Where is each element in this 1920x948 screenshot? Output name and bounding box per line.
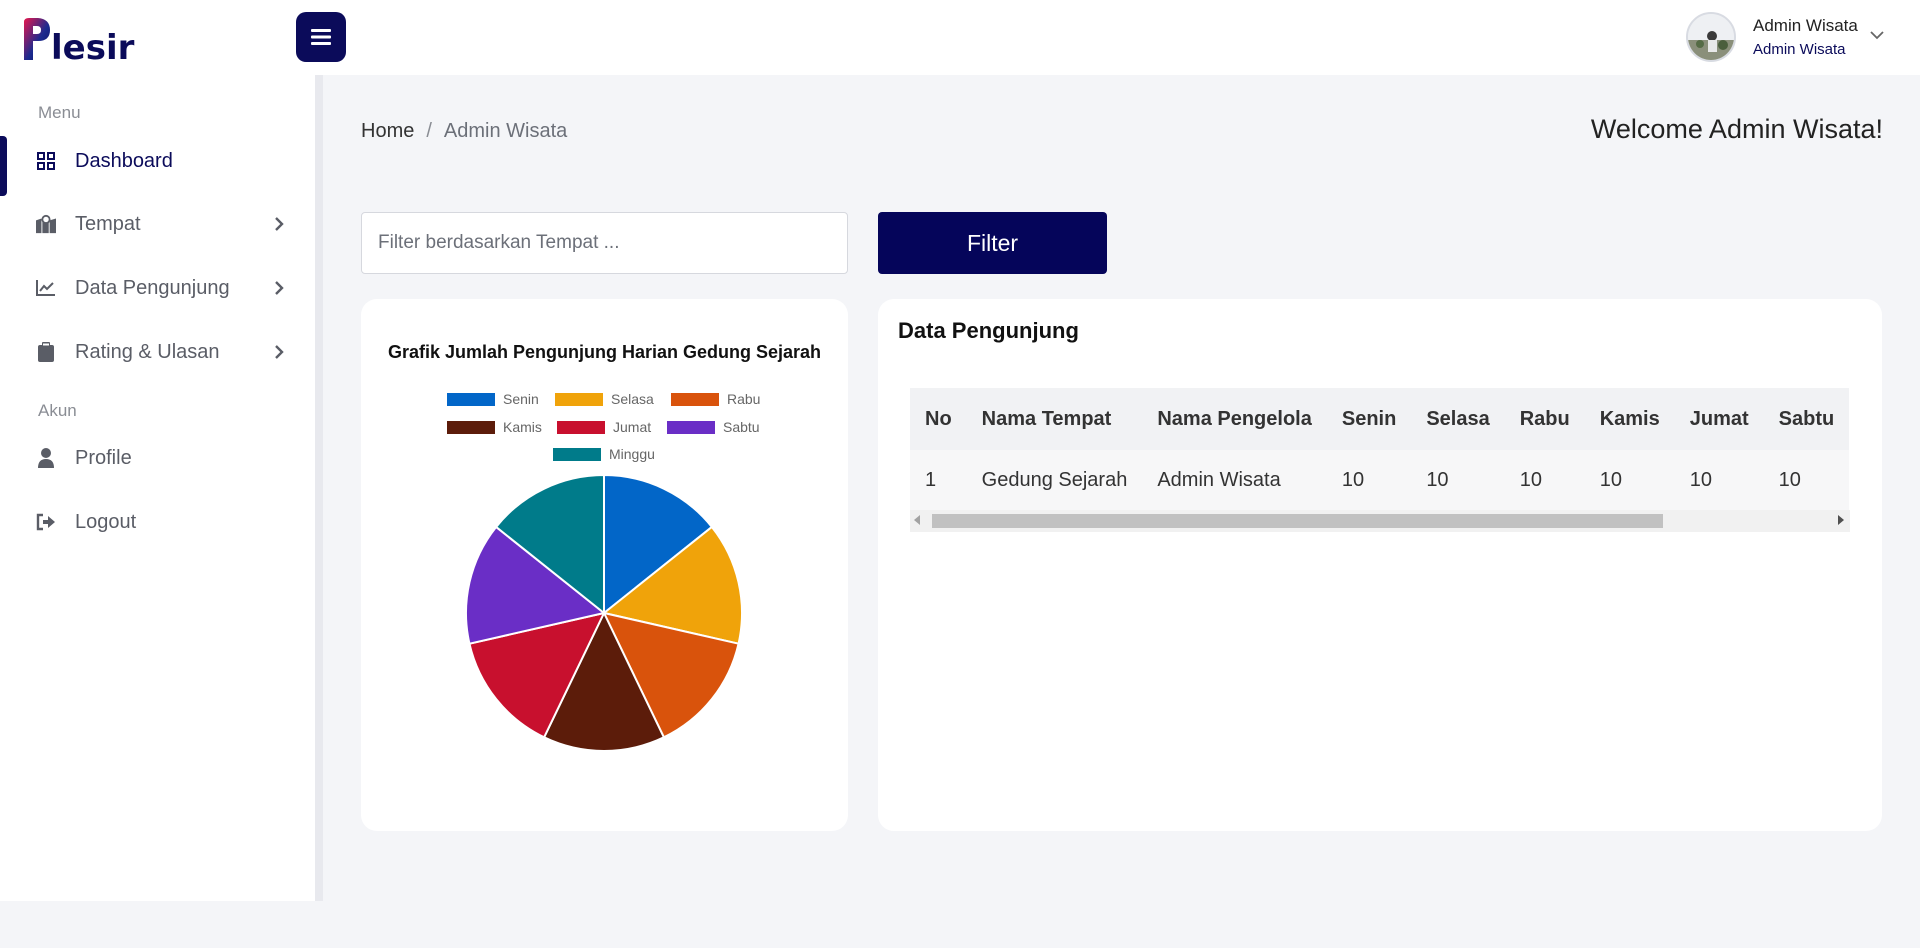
top-navbar: lesir Admin Wisata Admin Wisata xyxy=(0,0,1920,75)
chart-card: Grafik Jumlah Pengunjung Harian Gedung S… xyxy=(361,299,848,831)
sidebar-item-data-pengunjung[interactable]: Data Pengunjung xyxy=(0,263,315,313)
column-header[interactable]: Jumat xyxy=(1675,388,1764,450)
grid-icon xyxy=(36,151,56,171)
column-header[interactable]: Rabu xyxy=(1505,388,1585,450)
sidebar-item-label: Profile xyxy=(75,447,132,469)
user-name: Admin Wisata xyxy=(1753,16,1858,35)
pie-chart xyxy=(465,473,743,752)
column-header[interactable]: Senin xyxy=(1327,388,1411,450)
table-row: 1 Gedung Sejarah Admin Wisata 10 10 10 1… xyxy=(910,450,1850,510)
sidebar-item-label: Tempat xyxy=(75,213,141,235)
table-cell: 10 xyxy=(1689,468,1712,491)
table-cell: 10 xyxy=(1519,468,1542,491)
table-cell: Admin Wisata xyxy=(1157,468,1281,491)
breadcrumb: Home / Admin Wisata xyxy=(361,120,567,143)
breadcrumb-separator: / xyxy=(426,120,432,142)
app-logo[interactable]: lesir xyxy=(22,14,140,64)
sidebar-item-dashboard[interactable]: Dashboard xyxy=(0,136,315,186)
sidebar: Menu Dashboard Tempat Data Pengunjung Ra… xyxy=(0,75,315,901)
user-role: Admin Wisata xyxy=(1753,41,1846,58)
table-header-row: No Nama Tempat Nama Pengelola Senin Sela… xyxy=(910,388,1850,450)
scrollbar-thumb[interactable] xyxy=(932,514,1663,528)
table-title: Data Pengunjung xyxy=(898,318,1079,343)
sidebar-heading-akun: Akun xyxy=(38,401,77,420)
sidebar-item-rating-ulasan[interactable]: Rating & Ulasan xyxy=(0,327,315,377)
user-menu[interactable]: Admin Wisata Admin Wisata xyxy=(1686,0,1920,75)
horizontal-scrollbar[interactable] xyxy=(910,510,1850,532)
sidebar-item-label: Data Pengunjung xyxy=(75,277,230,299)
table-cell: 10 xyxy=(1778,468,1801,491)
chevron-right-icon xyxy=(275,345,284,359)
sidebar-item-label: Logout xyxy=(75,511,137,533)
table-cell: Gedung Sejarah xyxy=(981,468,1128,491)
column-header[interactable]: Nama Pengelola xyxy=(1142,388,1327,450)
sidebar-scrollbar[interactable] xyxy=(315,75,323,901)
active-indicator xyxy=(0,136,7,196)
table-cell: 1 xyxy=(925,468,937,491)
scroll-right-arrow-icon[interactable] xyxy=(1838,515,1844,525)
filter-button[interactable]: Filter xyxy=(878,212,1107,274)
table-cell: 10 xyxy=(1426,468,1449,491)
page-title: Welcome Admin Wisata! xyxy=(1590,114,1883,144)
sidebar-item-profile[interactable]: Profile xyxy=(0,433,315,483)
breadcrumb-home[interactable]: Home xyxy=(361,120,414,143)
menu-toggle-button[interactable] xyxy=(296,12,346,62)
filter-input[interactable] xyxy=(361,212,848,274)
clipboard-icon xyxy=(36,342,56,362)
table-cell: 10 xyxy=(1341,468,1365,491)
logout-icon xyxy=(36,512,56,532)
chevron-down-icon[interactable] xyxy=(1870,30,1884,40)
sidebar-item-tempat[interactable]: Tempat xyxy=(0,199,315,249)
column-header[interactable]: Kamis xyxy=(1585,388,1675,450)
sidebar-item-label: Dashboard xyxy=(75,150,173,172)
sidebar-heading-menu: Menu xyxy=(38,103,81,122)
table-card: Data Pengunjung No Nama Tempat Nama Peng… xyxy=(878,299,1882,831)
column-header[interactable]: Selasa xyxy=(1411,388,1504,450)
sidebar-item-label: Rating & Ulasan xyxy=(75,341,220,363)
plesir-logo-icon: lesir xyxy=(24,18,135,62)
data-table: No Nama Tempat Nama Pengelola Senin Sela… xyxy=(910,388,1850,510)
map-icon xyxy=(36,214,56,234)
line-chart-icon xyxy=(36,278,56,298)
svg-text:lesir: lesir xyxy=(51,28,135,62)
sidebar-item-logout[interactable]: Logout xyxy=(0,497,315,547)
avatar xyxy=(1686,12,1736,62)
user-icon xyxy=(36,448,56,468)
column-header[interactable]: Sabtu xyxy=(1764,388,1850,450)
table-cell: 10 xyxy=(1599,468,1622,491)
column-header[interactable]: Nama Tempat xyxy=(967,388,1143,450)
chevron-right-icon xyxy=(275,281,284,295)
breadcrumb-current: Admin Wisata xyxy=(443,120,568,142)
hamburger-icon xyxy=(311,29,331,45)
chevron-right-icon xyxy=(275,217,284,231)
scroll-left-arrow-icon[interactable] xyxy=(914,515,920,525)
column-header[interactable]: No xyxy=(910,388,967,450)
table-scroll-container[interactable]: No Nama Tempat Nama Pengelola Senin Sela… xyxy=(910,388,1850,532)
